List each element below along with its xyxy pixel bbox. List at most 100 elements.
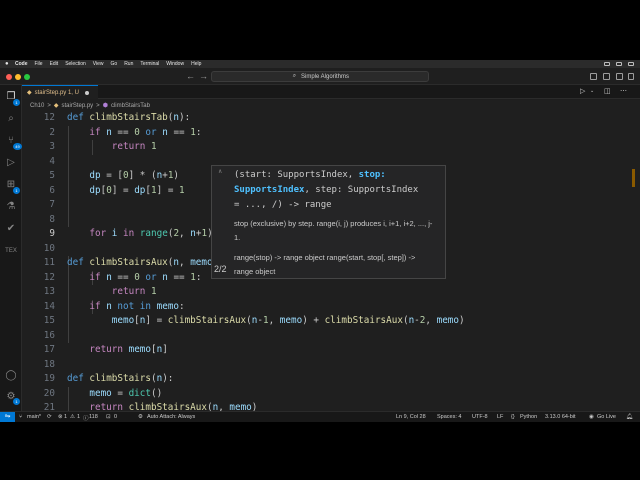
toggle-panel-icon[interactable] xyxy=(603,73,610,80)
info-count[interactable]: 118 xyxy=(89,414,98,420)
tab-label: stairStep.py 1, U xyxy=(34,89,79,96)
active-parameter-name: stop: xyxy=(358,170,386,180)
menu-edit[interactable]: Edit xyxy=(50,61,59,67)
line-number: 17 xyxy=(43,344,55,355)
warning-count[interactable]: 1 xyxy=(77,414,80,420)
menu-file[interactable]: File xyxy=(35,61,43,67)
line-number: 16 xyxy=(43,329,55,341)
run-debug-icon[interactable]: ▷ xyxy=(5,157,17,169)
warning-icon: ⚠ xyxy=(70,414,75,420)
run-dropdown-icon[interactable]: ⌄ xyxy=(590,88,594,94)
doc-text: stop (exclusive) by step. range(i, j) pr… xyxy=(234,219,433,242)
code-line[interactable]: return 1 xyxy=(67,285,157,300)
editor-scrollbar[interactable] xyxy=(634,111,640,411)
account-icon[interactable]: ◯ xyxy=(5,370,17,382)
control-center-icon[interactable] xyxy=(628,62,634,66)
code-line[interactable]: return 1 xyxy=(67,140,157,155)
overload-pager[interactable]: 2/2 xyxy=(214,264,227,274)
line-number: 11 xyxy=(43,257,55,268)
menu-run[interactable]: Run xyxy=(124,61,133,67)
menu-terminal[interactable]: Terminal xyxy=(140,61,159,67)
zoom-window-button[interactable] xyxy=(24,74,30,80)
python-file-icon: ◆ xyxy=(53,103,59,109)
menu-code[interactable]: Code xyxy=(15,61,28,67)
menu-selection[interactable]: Selection xyxy=(65,61,86,67)
explorer-badge: 1 xyxy=(13,99,20,106)
breadcrumb-file[interactable]: stairStep.py xyxy=(61,103,93,109)
search-icon[interactable]: ⌕ xyxy=(5,113,17,125)
indentation[interactable]: Spaces: 4 xyxy=(437,414,461,420)
breadcrumb-folder[interactable]: Ch10 xyxy=(30,103,44,109)
debug-icon: ⚙ xyxy=(138,414,143,420)
line-number: 15 xyxy=(43,315,55,326)
tex-icon[interactable]: TEX xyxy=(5,245,17,257)
breadcrumb-separator: > xyxy=(47,102,51,109)
toggle-secondary-sidebar-icon[interactable] xyxy=(616,73,623,80)
notifications-bell-icon[interactable]: 🔔︎ xyxy=(626,414,633,420)
menu-window[interactable]: Window xyxy=(166,61,184,67)
more-actions-icon[interactable]: ⋯ xyxy=(620,87,627,95)
go-live-button[interactable]: Go Live xyxy=(597,414,616,420)
active-parameter-type: SupportsIndex xyxy=(234,185,305,195)
cursor-position[interactable]: Ln 9, Col 28 xyxy=(396,414,426,420)
testing-icon[interactable]: ⚗ xyxy=(5,201,17,213)
code-line[interactable]: def climbStairsTab(n): xyxy=(67,111,190,126)
settings-badge: 1 xyxy=(13,398,20,405)
encoding[interactable]: UTF-8 xyxy=(472,414,488,420)
minimize-window-button[interactable] xyxy=(15,74,21,80)
sync-icon[interactable]: ⟳ xyxy=(47,414,52,420)
auto-attach[interactable]: Auto Attach: Always xyxy=(147,414,195,420)
apple-icon[interactable]: ● xyxy=(5,61,11,67)
code-line[interactable]: memo[n] = climbStairsAux(n-1, memo) + cl… xyxy=(67,314,465,329)
back-arrow-icon[interactable]: ← xyxy=(186,71,195,81)
line-number: 20 xyxy=(43,387,55,399)
close-window-button[interactable] xyxy=(6,74,12,80)
code-editor[interactable]: 12 2 3 4 5 6 7 8 9 10 11 12 13 14 15 16 … xyxy=(22,111,640,413)
code-line[interactable]: memo = dict() xyxy=(67,387,162,402)
code-line[interactable]: if n not in memo: xyxy=(67,300,184,315)
activity-bar: ❐ 1 ⌕ ⑂ 49 ▷ ⊞ 1 ⚗ ✔ TEX ◯ ⚙ 1 xyxy=(0,85,22,411)
error-count[interactable]: 1 xyxy=(64,414,67,420)
menu-go[interactable]: Go xyxy=(111,61,118,67)
tab-stairstep[interactable]: ◆ stairStep.py 1, U xyxy=(22,85,98,99)
battery-icon[interactable] xyxy=(604,62,610,66)
line-number: 7 xyxy=(49,199,55,210)
menu-view[interactable]: View xyxy=(93,61,104,67)
customize-layout-icon[interactable] xyxy=(628,73,634,80)
search-icon: ⌕ xyxy=(292,73,297,79)
tab-bar: ◆ stairStep.py 1, U ▷ ⌄ ◫ ⋯ xyxy=(22,85,640,99)
line-number: 19 xyxy=(43,373,55,384)
line-number: 12 xyxy=(43,112,55,123)
python-interpreter[interactable]: 3.13.0 64-bit xyxy=(545,414,576,420)
chevron-up-icon[interactable]: ∧ xyxy=(218,168,222,175)
language-mode[interactable]: Python xyxy=(520,414,537,420)
check-icon[interactable]: ✔ xyxy=(5,223,17,235)
unsaved-dot-icon[interactable] xyxy=(84,90,89,95)
wifi-icon[interactable] xyxy=(616,62,622,66)
breadcrumb-symbol[interactable]: climbStairsTab xyxy=(111,103,150,109)
line-number: 6 xyxy=(49,184,55,196)
remote-icon[interactable]: ⇋ xyxy=(0,412,15,422)
code-line[interactable]: dp = [0] * (n+1) xyxy=(67,169,179,184)
code-line-current[interactable]: for i in range(2, n+1) xyxy=(67,227,212,242)
extensions-badge: 1 xyxy=(13,187,20,194)
code-line[interactable]: def climbStairsAux(n, memo): xyxy=(67,256,224,271)
error-icon: ⊗ xyxy=(58,414,63,420)
forward-arrow-icon[interactable]: → xyxy=(199,71,208,81)
split-editor-icon[interactable]: ◫ xyxy=(604,87,611,95)
eol[interactable]: LF xyxy=(497,414,503,420)
code-line[interactable]: if n == 0 or n == 1: xyxy=(67,126,201,141)
menu-help[interactable]: Help xyxy=(191,61,201,67)
code-line[interactable]: def climbStairs(n): xyxy=(67,372,173,387)
ports-count[interactable]: 0 xyxy=(114,414,117,420)
line-number: 8 xyxy=(49,213,55,225)
code-line[interactable]: if n == 0 or n == 1: xyxy=(67,271,201,286)
code-line[interactable]: return memo[n] xyxy=(67,343,167,358)
doc-text: range(stop) -> range object range(start,… xyxy=(234,253,416,276)
line-number: 18 xyxy=(43,358,55,370)
toggle-sidebar-icon[interactable] xyxy=(590,73,597,80)
git-branch[interactable]: main* xyxy=(27,414,41,420)
run-python-icon[interactable]: ▷ xyxy=(580,87,585,95)
command-center[interactable]: ⌕ Simple Algorithms xyxy=(211,71,429,82)
code-line[interactable]: dp[0] = dp[1] = 1 xyxy=(67,184,184,199)
